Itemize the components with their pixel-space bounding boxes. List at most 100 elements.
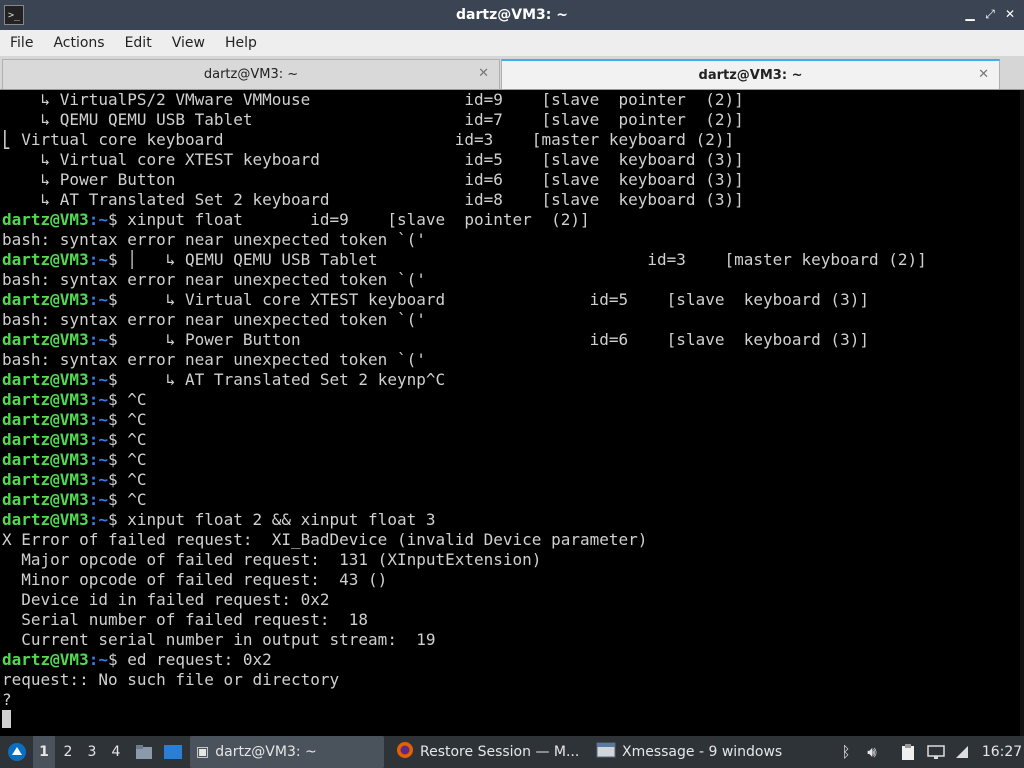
prompt-dollar: $ — [107, 410, 128, 429]
terminal-output[interactable]: ↳ VirtualPS/2 VMware VMMouse id=9 [slave… — [0, 90, 1024, 736]
close-icon[interactable]: ✕ — [1002, 6, 1018, 22]
power-icon[interactable] — [950, 736, 974, 768]
prompt-path: :~ — [88, 370, 108, 389]
terminal-output-line: bash: syntax error near unexpected token… — [2, 270, 1024, 290]
task-label: Xmessage - 9 windows — [622, 744, 783, 760]
network-icon[interactable] — [924, 736, 948, 768]
file-manager-icon[interactable] — [133, 736, 155, 768]
terminal-output-line: ↳ Virtual core XTEST keyboard id=5 [slav… — [2, 150, 1024, 170]
prompt-user: dartz@VM3 — [2, 510, 89, 529]
prompt-dollar: $ — [107, 330, 128, 349]
line-text: ↳ Power Button id=6 [slave keyboard (3)] — [2, 170, 744, 189]
terminal-output-line: ↳ Power Button id=6 [slave keyboard (3)] — [2, 170, 1024, 190]
task-firefox[interactable]: Restore Session — M... — [390, 736, 586, 768]
workspace-4[interactable]: 4 — [105, 736, 127, 768]
terminal-output-line: Serial number of failed request: 18 — [2, 610, 1024, 630]
terminal-command-line: dartz@VM3:~$ │ ↳ QEMU QEMU USB Tablet id… — [2, 250, 1024, 270]
task-terminal[interactable]: ▣ dartz@VM3: ~ — [190, 736, 384, 768]
terminal-output-line: Device id in failed request: 0x2 — [2, 590, 1024, 610]
menu-view[interactable]: View — [162, 35, 215, 51]
task-label: Restore Session — M... — [420, 744, 580, 760]
line-text: xinput float 2 && xinput float 3 — [127, 510, 436, 529]
tab-1[interactable]: dartz@VM3: ~ ✕ — [2, 59, 500, 89]
tab-label: dartz@VM3: ~ — [698, 67, 803, 83]
clipboard-icon[interactable] — [896, 736, 920, 768]
taskbar: 1 2 3 4 ▣ dartz@VM3: ~ Restore Session —… — [0, 736, 1024, 768]
terminal-command-line: dartz@VM3:~$ ^C — [2, 490, 1024, 510]
line-text: ↳ VirtualPS/2 VMware VMMouse id=9 [slave… — [2, 90, 744, 109]
line-text: ^C — [127, 410, 147, 429]
line-text: request:: No such file or directory — [2, 670, 340, 689]
menu-actions[interactable]: Actions — [43, 35, 114, 51]
terminal-command-line: dartz@VM3:~$ ed request: 0x2 — [2, 650, 1024, 670]
menu-file[interactable]: File — [0, 35, 43, 51]
lubuntu-logo-icon[interactable] — [4, 736, 30, 768]
prompt-user: dartz@VM3 — [2, 470, 89, 489]
menu-edit[interactable]: Edit — [115, 35, 162, 51]
prompt-user: dartz@VM3 — [2, 410, 89, 429]
close-tab-icon[interactable]: ✕ — [478, 66, 489, 81]
volume-icon[interactable]: 🔊︎ — [860, 736, 884, 768]
prompt-user: dartz@VM3 — [2, 330, 89, 349]
line-text: ^C — [127, 450, 147, 469]
line-text: ↳ Virtual core XTEST keyboard id=5 [slav… — [127, 290, 869, 309]
terminal-output-line: request:: No such file or directory — [2, 670, 1024, 690]
line-text: ⎣ Virtual core keyboard id=3 [master key… — [2, 130, 735, 149]
task-label: dartz@VM3: ~ — [215, 744, 317, 760]
show-desktop-icon[interactable] — [161, 736, 185, 768]
terminal-command-line: dartz@VM3:~$ ↳ Virtual core XTEST keyboa… — [2, 290, 1024, 310]
workspace-3[interactable]: 3 — [81, 736, 103, 768]
prompt-dollar: $ — [107, 450, 128, 469]
terminal-scrollbar[interactable] — [1020, 90, 1024, 736]
terminal-command-line: dartz@VM3:~$ ^C — [2, 390, 1024, 410]
line-text: ^C — [127, 390, 147, 409]
window-titlebar[interactable]: >_ dartz@VM3: ~ ▁ ⤢ ✕ — [0, 0, 1024, 30]
terminal-output-line: Minor opcode of failed request: 43 () — [2, 570, 1024, 590]
tab-2[interactable]: dartz@VM3: ~ ✕ — [501, 59, 1000, 89]
menu-help[interactable]: Help — [215, 35, 267, 51]
prompt-path: :~ — [88, 450, 108, 469]
line-text: ↳ AT Translated Set 2 keynp^C — [127, 370, 446, 389]
workspace-1[interactable]: 1 — [33, 736, 55, 768]
prompt-path: :~ — [88, 210, 108, 229]
terminal-output-line: ? — [2, 690, 1024, 710]
prompt-dollar: $ — [107, 650, 128, 669]
prompt-user: dartz@VM3 — [2, 450, 89, 469]
line-text: ↳ Power Button id=6 [slave keyboard (3)] — [127, 330, 869, 349]
workspace-2[interactable]: 2 — [57, 736, 79, 768]
prompt-dollar: $ — [107, 430, 128, 449]
menu-bar: File Actions Edit View Help — [0, 30, 1024, 56]
prompt-dollar: $ — [107, 510, 128, 529]
prompt-dollar: $ — [107, 390, 128, 409]
line-text: ? — [2, 690, 12, 709]
clock[interactable]: 16:27 — [980, 736, 1024, 768]
close-tab-icon[interactable]: ✕ — [978, 67, 989, 82]
terminal-command-line: dartz@VM3:~$ xinput float 2 && xinput fl… — [2, 510, 1024, 530]
line-text: ↳ AT Translated Set 2 keyboard id=8 [sla… — [2, 190, 744, 209]
line-text: Minor opcode of failed request: 43 () — [2, 570, 388, 589]
maximize-icon[interactable]: ⤢ — [982, 6, 998, 22]
terminal-output-line: Major opcode of failed request: 131 (XIn… — [2, 550, 1024, 570]
terminal-command-line: dartz@VM3:~$ ↳ AT Translated Set 2 keynp… — [2, 370, 1024, 390]
minimize-icon[interactable]: ▁ — [962, 6, 978, 22]
line-text: X Error of failed request: XI_BadDevice … — [2, 530, 648, 549]
prompt-user: dartz@VM3 — [2, 390, 89, 409]
terminal-command-line: dartz@VM3:~$ ^C — [2, 450, 1024, 470]
bluetooth-icon[interactable]: ᛒ — [834, 736, 858, 768]
prompt-path: :~ — [88, 330, 108, 349]
terminal-output-line: ↳ QEMU QEMU USB Tablet id=7 [slave point… — [2, 110, 1024, 130]
terminal-output-line: Current serial number in output stream: … — [2, 630, 1024, 650]
line-text: ed request: 0x2 — [127, 650, 272, 669]
prompt-user: dartz@VM3 — [2, 490, 89, 509]
prompt-user: dartz@VM3 — [2, 250, 89, 269]
line-text: Current serial number in output stream: … — [2, 630, 436, 649]
line-text: ↳ QEMU QEMU USB Tablet id=7 [slave point… — [2, 110, 744, 129]
prompt-user: dartz@VM3 — [2, 430, 89, 449]
terminal-command-line: dartz@VM3:~$ xinput float id=9 [slave po… — [2, 210, 1024, 230]
prompt-dollar: $ — [107, 470, 128, 489]
line-text: Major opcode of failed request: 131 (XIn… — [2, 550, 542, 569]
task-xmessage[interactable]: Xmessage - 9 windows — [590, 736, 830, 768]
prompt-path: :~ — [88, 510, 108, 529]
prompt-user: dartz@VM3 — [2, 650, 89, 669]
prompt-user: dartz@VM3 — [2, 370, 89, 389]
